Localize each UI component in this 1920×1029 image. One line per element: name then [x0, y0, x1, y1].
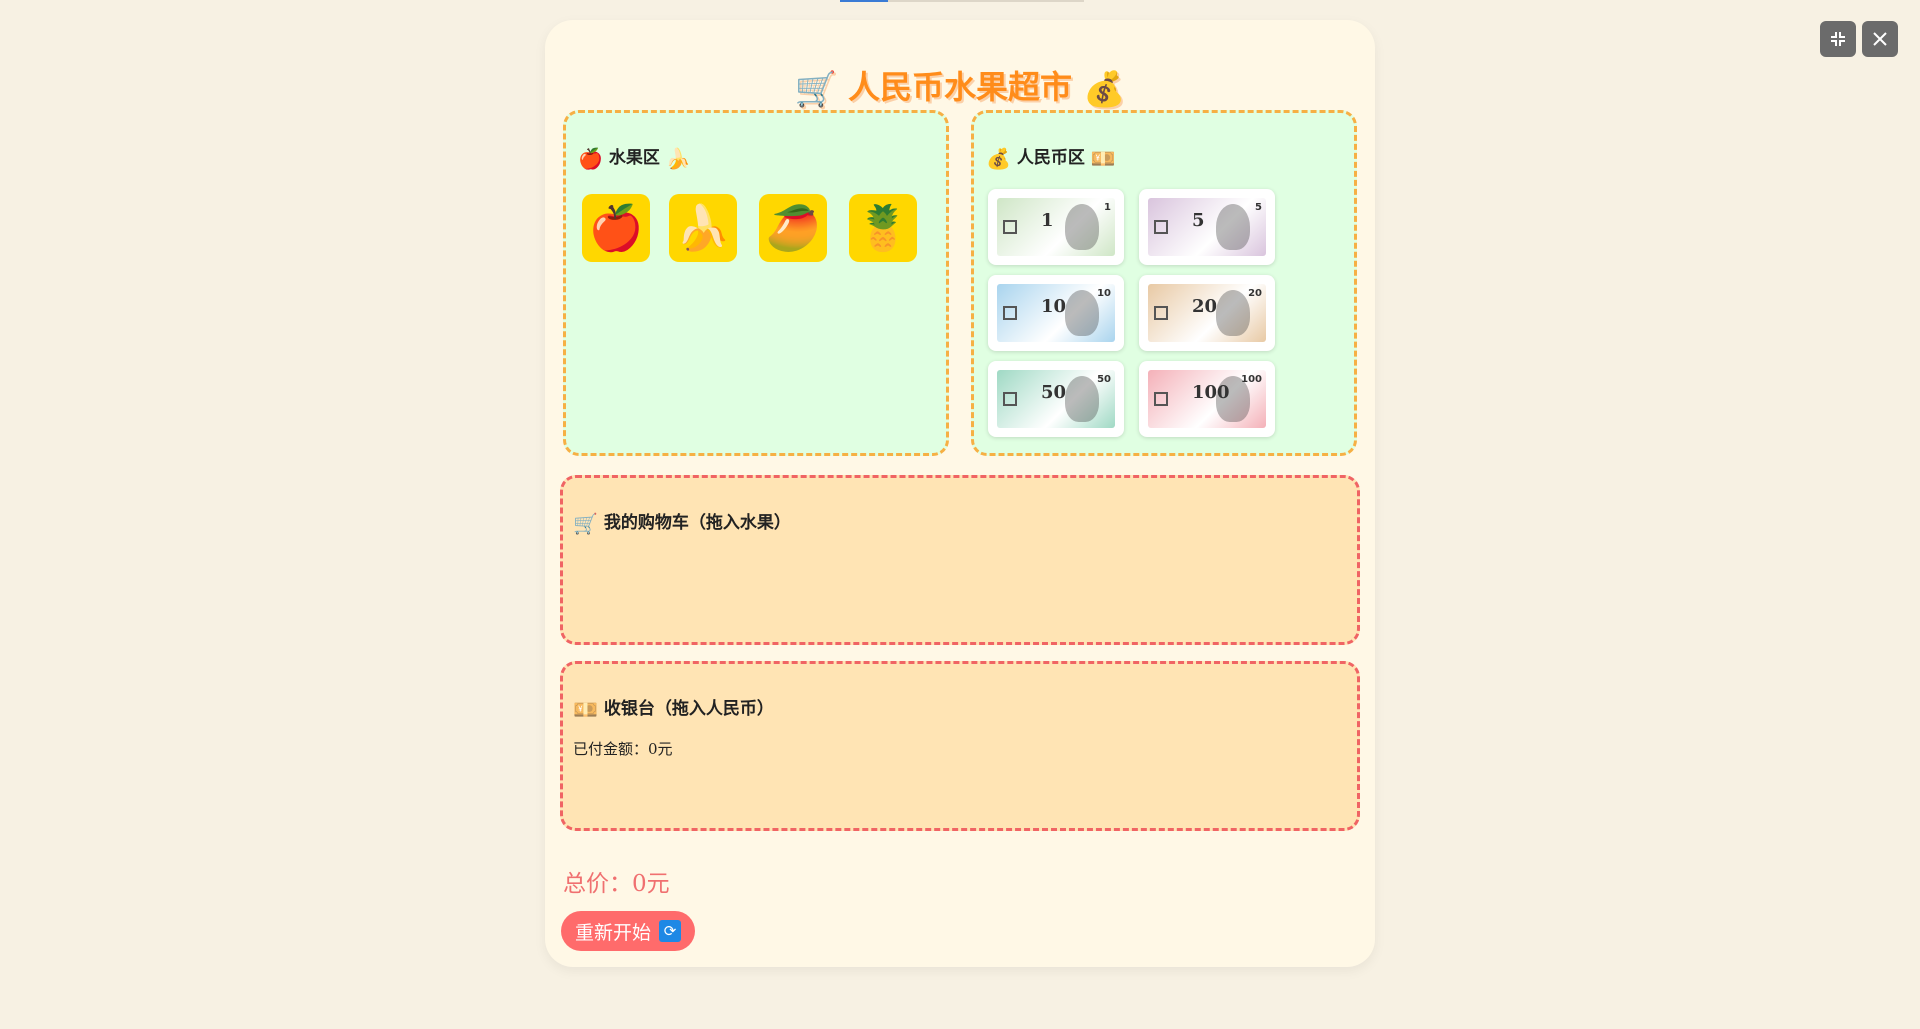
money-zone-label: 人民币区: [1016, 148, 1085, 168]
banknote-icon: 💴: [1090, 146, 1116, 171]
fruit-apple[interactable]: 🍎: [582, 194, 650, 262]
money-zone: 💰 人民币区 💴 1 1 5 5 10 10 20 20 50 50 100 100: [971, 110, 1357, 456]
cart-label: 我的购物车（拖入水果）: [603, 513, 791, 533]
cashier-label: 收银台（拖入人民币）: [603, 699, 774, 719]
money-zone-title: 💰 人民币区 💴: [986, 143, 1116, 171]
cashier-dropzone[interactable]: 💴 收银台（拖入人民币） 已付金额：0元: [560, 661, 1360, 831]
banknote-corner-value: 10: [1097, 288, 1111, 299]
banknote-image: 10 10: [997, 284, 1115, 342]
banknote-5[interactable]: 55: [1139, 189, 1275, 265]
banknote-corner-value: 5: [1255, 202, 1262, 213]
paid-amount: 已付金额：0元: [573, 740, 673, 758]
banknote-corner-value: 1: [1104, 202, 1111, 213]
total-price: 总价：0元: [563, 871, 670, 897]
fruit-mango[interactable]: 🥭: [759, 194, 827, 262]
pineapple-icon: 🍍: [855, 203, 911, 254]
game-container: 🛒 人民币水果超市 💰 🍎 水果区 🍌 🍎 🍌 🥭 🍍 💰 人民币区 💴 115…: [545, 20, 1375, 967]
cart-title: 🛒 我的购物车（拖入水果）: [573, 508, 791, 536]
money-bag-icon: 💰: [1083, 69, 1126, 110]
banana-icon: 🍌: [665, 146, 691, 171]
banknote-denomination: 1: [1041, 210, 1054, 231]
exit-fullscreen-button[interactable]: [1820, 21, 1856, 57]
close-button[interactable]: [1862, 21, 1898, 57]
banknote-20[interactable]: 20 20: [1139, 275, 1275, 351]
banknote-1[interactable]: 11: [988, 189, 1124, 265]
fruit-zone-label: 水果区: [608, 148, 660, 168]
reset-button[interactable]: 重新开始 ⟳: [561, 911, 696, 951]
fruit-banana[interactable]: 🍌: [669, 194, 737, 262]
apple-icon: 🍎: [578, 146, 603, 171]
top-progress-indicator: [840, 0, 1084, 2]
banknote-10[interactable]: 10 10: [988, 275, 1124, 351]
banknote-image: 100 100: [1148, 370, 1266, 428]
banknote-image: 11: [997, 198, 1115, 256]
apple-icon: 🍎: [588, 203, 644, 254]
banknote-denomination: 50: [1041, 382, 1067, 403]
banknote-image: 55: [1148, 198, 1266, 256]
banknote-corner-value: 50: [1097, 374, 1111, 385]
banana-icon: 🍌: [675, 203, 731, 254]
fruit-zone: 🍎 水果区 🍌 🍎 🍌 🥭 🍍: [563, 110, 949, 456]
banknote-denomination: 5: [1192, 210, 1205, 231]
mango-icon: 🥭: [765, 203, 821, 254]
exit-fullscreen-icon: [1831, 32, 1845, 46]
fruit-zone-title: 🍎 水果区 🍌: [578, 143, 691, 171]
refresh-icon: ⟳: [659, 920, 682, 942]
reset-button-label: 重新开始: [575, 921, 652, 944]
banknote-denomination: 10: [1041, 296, 1067, 317]
banknote-corner-value: 20: [1248, 288, 1262, 299]
banknote-denomination: 20: [1192, 296, 1218, 317]
banknote-50[interactable]: 50 50: [988, 361, 1124, 437]
banknote-100[interactable]: 100 100: [1139, 361, 1275, 437]
page-title-text: 人民币水果超市: [847, 68, 1072, 106]
cart-icon: 🛒: [573, 511, 598, 536]
banknote-denomination: 100: [1192, 382, 1230, 403]
cart-icon: 🛒: [794, 69, 837, 110]
close-icon: [1873, 32, 1887, 46]
banknote-corner-value: 100: [1241, 374, 1262, 385]
fruit-pineapple[interactable]: 🍍: [849, 194, 917, 262]
banknote-icon: 💴: [573, 697, 598, 722]
cashier-title: 💴 收银台（拖入人民币）: [573, 694, 774, 722]
shopping-cart-dropzone[interactable]: 🛒 我的购物车（拖入水果）: [560, 475, 1360, 645]
page-title: 🛒 人民币水果超市 💰: [545, 62, 1375, 110]
banknote-image: 20 20: [1148, 284, 1266, 342]
banknote-image: 50 50: [997, 370, 1115, 428]
money-bag-icon: 💰: [986, 146, 1011, 171]
